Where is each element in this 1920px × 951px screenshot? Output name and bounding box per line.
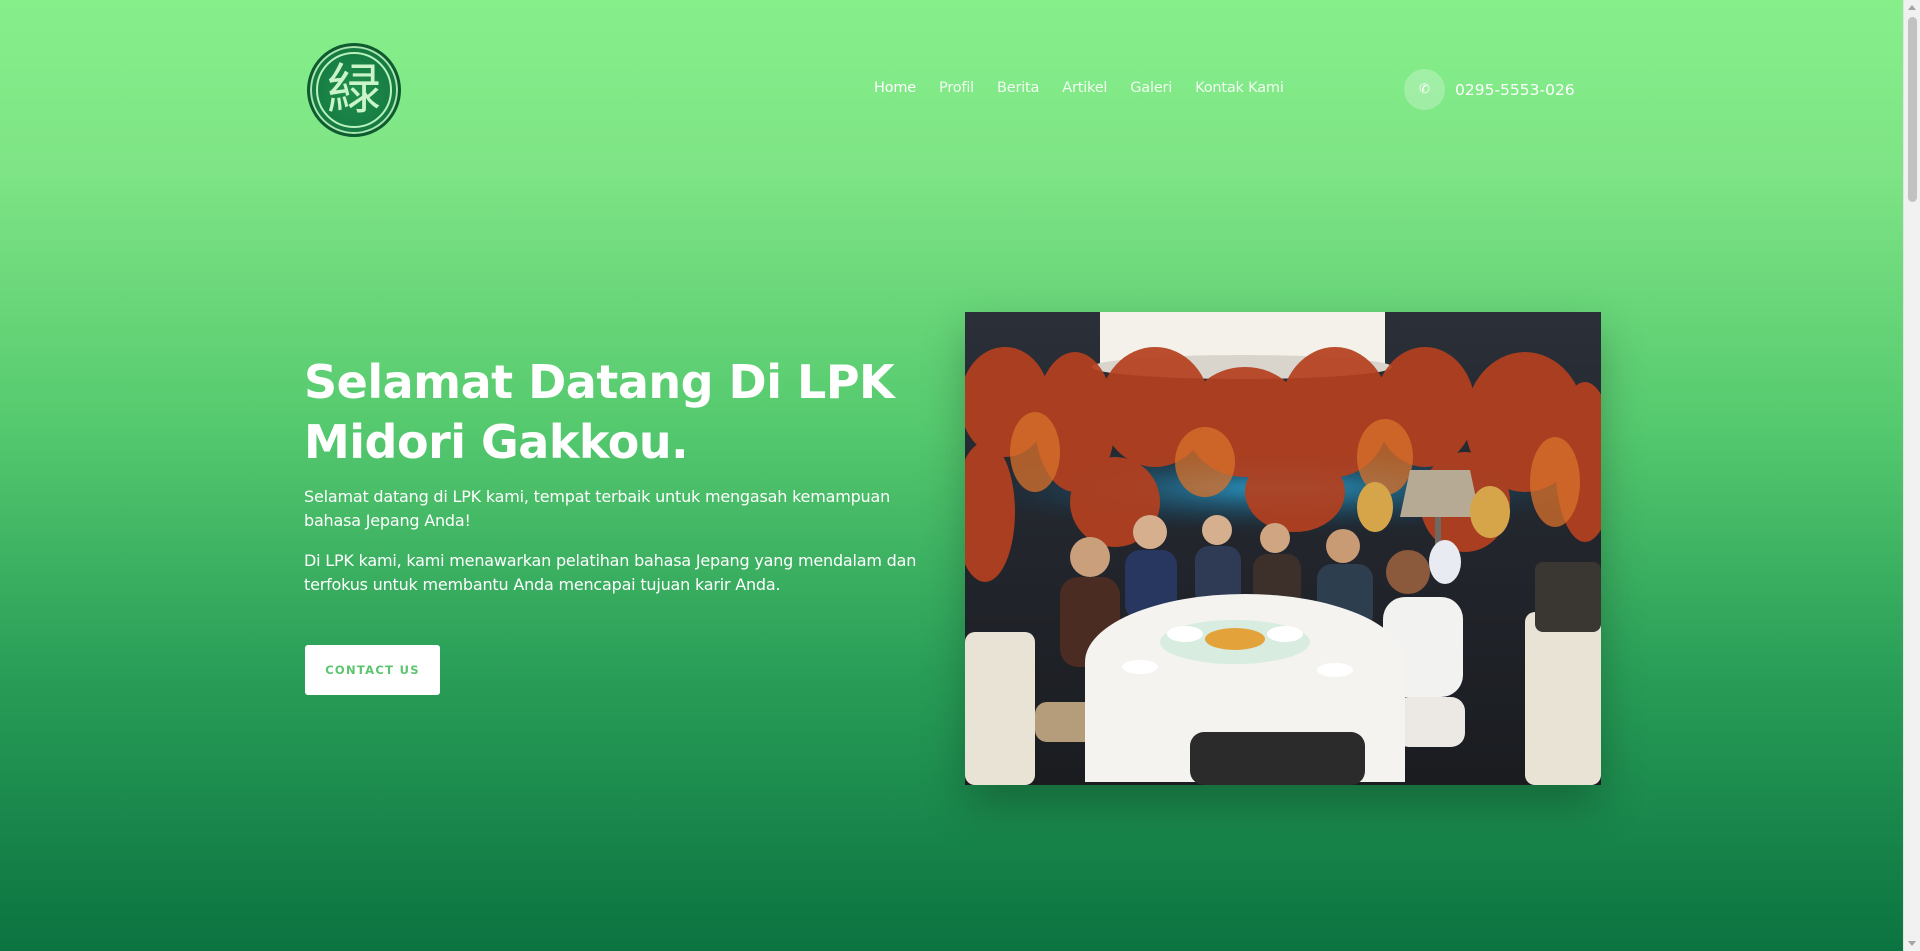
nav-item-galeri[interactable]: Galeri [1130, 80, 1172, 100]
page-scrollbar[interactable] [1903, 0, 1920, 951]
site-logo[interactable]: 緑 [307, 43, 401, 137]
nav-item-profil[interactable]: Profil [939, 80, 974, 100]
phone-icon[interactable]: ✆ [1404, 69, 1445, 110]
phone-contact[interactable]: ✆ 0295-5553-026 [1404, 69, 1575, 110]
scroll-down-icon[interactable] [1908, 941, 1916, 946]
nav-item-kontak-kami[interactable]: Kontak Kami [1195, 80, 1284, 100]
hero-intro-text: Selamat datang di LPK kami, tempat terba… [304, 487, 891, 530]
group-dinner-photo [965, 312, 1601, 785]
nav-item-artikel[interactable]: Artikel [1062, 80, 1107, 100]
hero-photo [965, 312, 1601, 785]
scroll-up-icon[interactable] [1908, 5, 1916, 10]
logo-kanji: 緑 [327, 58, 381, 121]
hero-title: Selamat Datang Di LPK Midori Gakkou. [304, 355, 895, 469]
contact-us-button[interactable]: CONTACT US [305, 645, 440, 695]
hero-description-text: Di LPK kami, kami menawarkan pelatihan b… [304, 551, 917, 594]
main-nav: Home Profil Berita Artikel Galeri Kontak… [874, 80, 1307, 100]
phone-number[interactable]: 0295-5553-026 [1455, 81, 1575, 99]
nav-item-home[interactable]: Home [874, 80, 916, 100]
scrollbar-thumb[interactable] [1908, 17, 1917, 202]
nav-item-berita[interactable]: Berita [997, 80, 1039, 100]
site-header: 緑 Home Profil Berita Artikel Galeri Kont… [0, 0, 1903, 180]
